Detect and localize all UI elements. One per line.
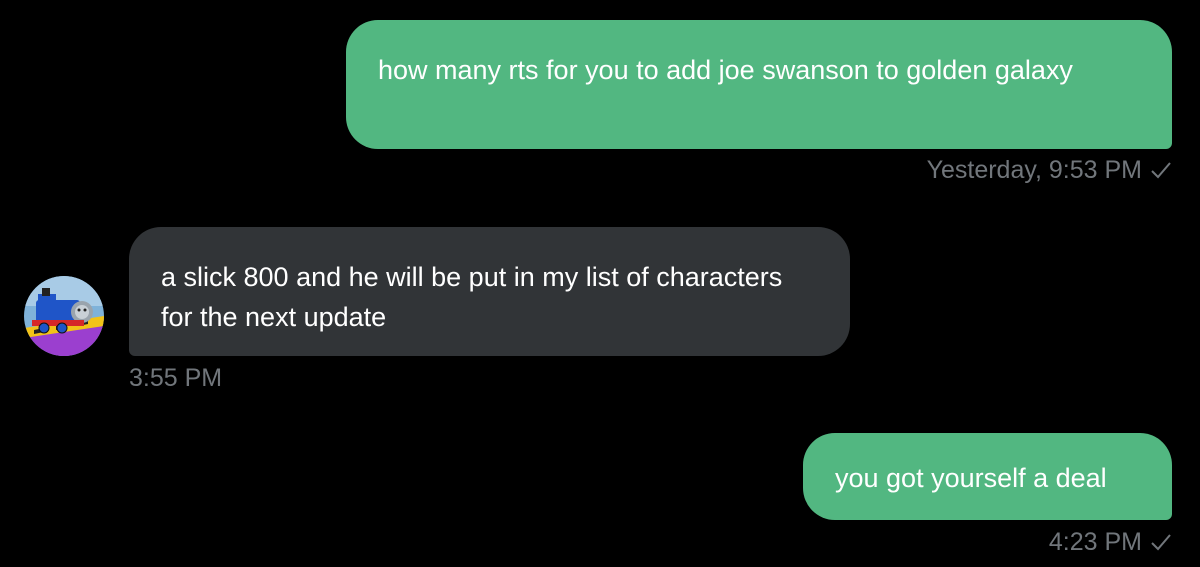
message-timestamp: 3:55 PM [129,364,223,392]
message-text: you got yourself a deal [835,463,1107,493]
message-meta: 4:23 PM [1049,527,1172,557]
sent-message-bubble[interactable]: how many rts for you to add joe swanson … [346,20,1172,149]
check-icon [1151,534,1171,551]
sent-message-bubble[interactable]: you got yourself a deal [803,433,1172,520]
toy-train-avatar-icon [24,276,104,356]
check-icon [1151,162,1171,179]
dm-conversation: how many rts for you to add joe swanson … [0,0,1200,567]
avatar[interactable] [24,276,104,356]
received-message-bubble[interactable]: a slick 800 and he will be put in my lis… [129,227,850,356]
message-text: how many rts for you to add joe swanson … [378,55,1073,85]
message-meta: Yesterday, 9:53 PM [927,155,1172,185]
message-timestamp: 4:23 PM [1048,528,1142,556]
message-timestamp: Yesterday, 9:53 PM [926,156,1142,184]
message-meta: 3:55 PM [129,363,222,393]
message-text: a slick 800 and he will be put in my lis… [161,262,783,332]
